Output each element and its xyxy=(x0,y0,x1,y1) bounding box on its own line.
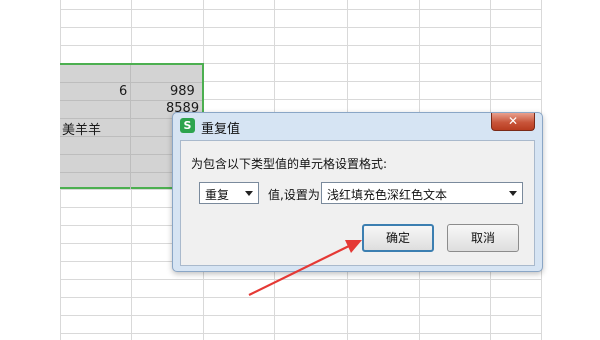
grid-line xyxy=(60,333,542,334)
grid-line xyxy=(60,82,202,83)
duplicate-values-dialog: S 重复值 ✕ 为包含以下类型值的单元格设置格式: 重复 值,设置为 浅红填充色… xyxy=(172,112,543,272)
dialog-body: 为包含以下类型值的单元格设置格式: 重复 值,设置为 浅红填充色深红色文本 确定… xyxy=(180,140,535,266)
close-button[interactable]: ✕ xyxy=(491,113,535,131)
grid-line xyxy=(60,27,542,28)
cell-value[interactable]: 989 xyxy=(170,84,195,99)
cell-value[interactable]: 美羊羊 xyxy=(62,119,101,138)
ok-button[interactable]: 确定 xyxy=(362,224,434,252)
grid-line xyxy=(60,45,542,46)
format-select-value: 浅红填充色深红色文本 xyxy=(327,188,448,202)
dialog-prompt: 为包含以下类型值的单元格设置格式: xyxy=(191,157,388,171)
dialog-title: 重复值 xyxy=(201,122,241,137)
chevron-down-icon xyxy=(245,191,253,196)
grid-line xyxy=(60,297,542,298)
wps-app-icon: S xyxy=(180,118,195,133)
dialog-titlebar[interactable]: S 重复值 ✕ xyxy=(173,113,542,137)
condition-select[interactable]: 重复 xyxy=(199,182,259,204)
grid-line xyxy=(60,315,542,316)
grid-line xyxy=(130,65,131,189)
close-icon: ✕ xyxy=(507,114,519,128)
grid-line xyxy=(60,279,542,280)
format-select[interactable]: 浅红填充色深红色文本 xyxy=(321,182,523,204)
cell-value[interactable]: 6 xyxy=(119,84,127,99)
grid-line xyxy=(60,9,542,10)
chevron-down-icon xyxy=(509,191,517,196)
set-as-label: 值,设置为 xyxy=(268,188,320,202)
condition-select-value: 重复 xyxy=(205,188,230,202)
cancel-button[interactable]: 取消 xyxy=(447,224,519,252)
